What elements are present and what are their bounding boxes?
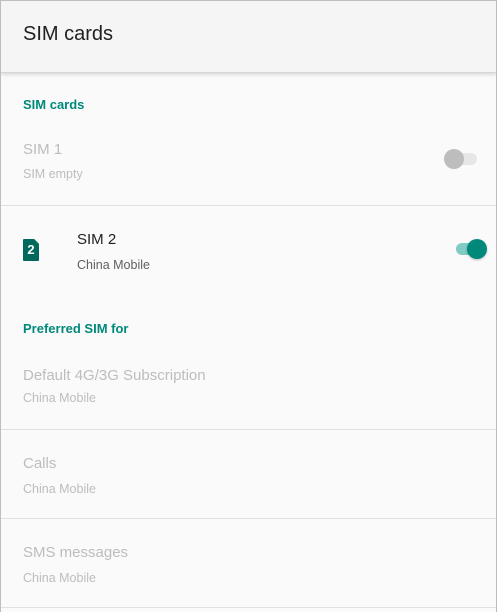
preferred-item-calls[interactable]: Calls China Mobile — [1, 430, 496, 518]
preferred-item-title: SMS messages — [23, 544, 129, 561]
sim1-title: SIM 1 — [23, 141, 63, 158]
sim1-toggle-thumb — [444, 149, 464, 169]
section-header-sim-cards: SIM cards — [23, 97, 85, 112]
sim-card-icon: 2 — [23, 239, 39, 261]
preferred-item-subtitle: China Mobile — [23, 391, 96, 405]
preferred-item-title: Default 4G/3G Subscription — [23, 367, 206, 384]
sim2-row[interactable]: 2 SIM 2 China Mobile — [1, 206, 496, 288]
section-header-preferred-sim: Preferred SIM for — [23, 321, 129, 336]
sim2-toggle-thumb — [467, 239, 487, 259]
preferred-item-sms[interactable]: SMS messages China Mobile — [1, 519, 496, 607]
sim2-toggle[interactable] — [453, 238, 487, 260]
sim1-subtitle: SIM empty — [23, 167, 83, 181]
app-bar: SIM cards — [1, 1, 496, 73]
preferred-item-subtitle: China Mobile — [23, 482, 96, 496]
sim2-subtitle: China Mobile — [77, 258, 150, 272]
sim2-title: SIM 2 — [77, 231, 117, 248]
sim1-toggle[interactable] — [444, 148, 478, 170]
page-title: SIM cards — [23, 23, 114, 45]
sim-cards-screen: SIM cards SIM cards SIM 1 SIM empty 2 SI… — [0, 0, 497, 612]
preferred-item-data-subscription[interactable]: Default 4G/3G Subscription China Mobile — [1, 351, 496, 429]
preferred-item-subtitle: China Mobile — [23, 571, 96, 585]
preferred-item-title: Calls — [23, 455, 57, 472]
divider — [1, 607, 496, 608]
sim1-row[interactable]: SIM 1 SIM empty — [1, 131, 496, 205]
